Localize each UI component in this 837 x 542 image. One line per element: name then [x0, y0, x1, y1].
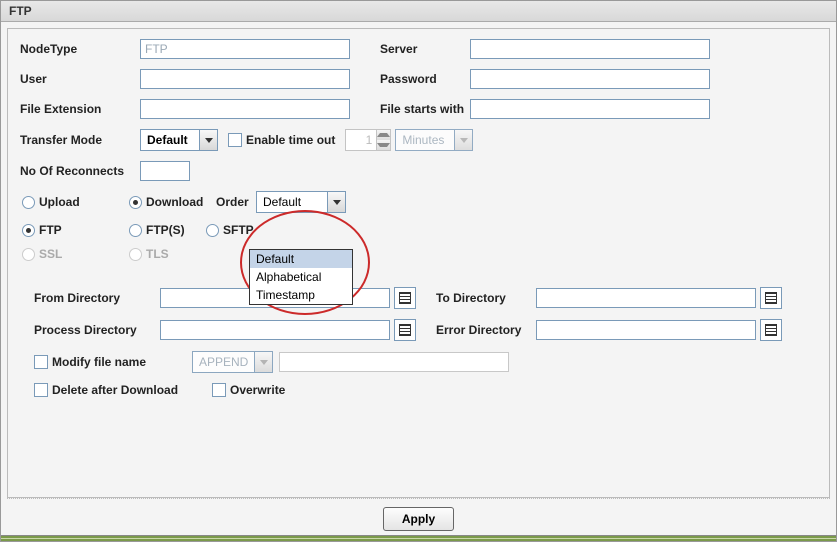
modify-filename-checkbox[interactable] [34, 355, 48, 369]
download-radio[interactable] [129, 196, 142, 209]
label-server: Server [380, 42, 470, 56]
label-no-reconnects: No Of Reconnects [20, 164, 140, 178]
file-extension-field[interactable] [140, 99, 350, 119]
ftps-radio[interactable] [129, 224, 142, 237]
label-file-extension: File Extension [20, 102, 140, 116]
list-icon [399, 292, 411, 304]
server-field[interactable] [470, 39, 710, 59]
apply-bar: Apply [7, 498, 830, 535]
ftp-window: FTP NodeType Server User Password File E… [0, 0, 837, 542]
window-title: FTP [1, 1, 836, 22]
apply-button[interactable]: Apply [383, 507, 454, 531]
label-transfer-mode: Transfer Mode [20, 133, 140, 147]
label-ftps: FTP(S) [146, 223, 206, 237]
transfer-mode-value: Default [141, 130, 199, 150]
timeout-unit-select[interactable]: Minutes [395, 129, 473, 151]
transfer-mode-select[interactable]: Default [140, 129, 218, 151]
label-order: Order [216, 195, 256, 209]
modify-mode-select[interactable]: APPEND [192, 351, 273, 373]
label-file-starts-with: File starts with [380, 102, 470, 116]
process-dir-browse-button[interactable] [394, 319, 416, 341]
overwrite-checkbox[interactable] [212, 383, 226, 397]
label-ftp: FTP [39, 223, 129, 237]
user-field[interactable] [140, 69, 350, 89]
list-icon [765, 324, 777, 336]
tls-radio [129, 248, 142, 261]
label-process-dir: Process Directory [20, 323, 160, 337]
modify-mode-dropdown-button[interactable] [254, 352, 272, 372]
file-starts-with-field[interactable] [470, 99, 710, 119]
order-option-alphabetical[interactable]: Alphabetical [250, 268, 352, 286]
no-reconnects-field[interactable] [140, 161, 190, 181]
footer-line [1, 535, 836, 541]
timeout-spinner-buttons[interactable] [376, 130, 390, 150]
label-overwrite: Overwrite [230, 383, 285, 397]
order-option-default[interactable]: Default [250, 250, 352, 268]
nodetype-field[interactable] [140, 39, 350, 59]
modify-value-field[interactable] [279, 352, 509, 372]
label-error-dir: Error Directory [436, 323, 536, 337]
list-icon [765, 292, 777, 304]
from-dir-browse-button[interactable] [394, 287, 416, 309]
label-user: User [20, 72, 140, 86]
to-dir-field[interactable] [536, 288, 756, 308]
label-delete-after-download: Delete after Download [52, 383, 212, 397]
label-upload: Upload [39, 195, 129, 209]
upload-radio[interactable] [22, 196, 35, 209]
label-password: Password [380, 72, 470, 86]
ftp-radio[interactable] [22, 224, 35, 237]
enable-timeout-checkbox[interactable] [228, 133, 242, 147]
timeout-unit-dropdown-button[interactable] [454, 130, 472, 150]
password-field[interactable] [470, 69, 710, 89]
order-dropdown-list[interactable]: Default Alphabetical Timestamp [249, 249, 353, 305]
order-select[interactable]: Default [256, 191, 346, 213]
process-dir-field[interactable] [160, 320, 390, 340]
label-tls: TLS [146, 247, 169, 261]
transfer-mode-dropdown-button[interactable] [199, 130, 217, 150]
order-dropdown-button[interactable] [327, 192, 345, 212]
error-dir-browse-button[interactable] [760, 319, 782, 341]
sftp-radio[interactable] [206, 224, 219, 237]
timeout-spinner[interactable]: 1 [345, 129, 391, 151]
label-enable-timeout: Enable time out [246, 133, 335, 147]
label-sftp: SFTP [223, 223, 254, 237]
modify-mode-value: APPEND [193, 352, 254, 372]
delete-after-download-checkbox[interactable] [34, 383, 48, 397]
label-to-dir: To Directory [436, 291, 536, 305]
timeout-unit-value: Minutes [396, 130, 454, 150]
order-option-timestamp[interactable]: Timestamp [250, 286, 352, 304]
main-panel: NodeType Server User Password File Exten… [7, 28, 830, 498]
error-dir-field[interactable] [536, 320, 756, 340]
label-nodetype: NodeType [20, 42, 140, 56]
ssl-radio [22, 248, 35, 261]
label-ssl: SSL [39, 247, 129, 261]
label-from-dir: From Directory [20, 291, 160, 305]
order-value: Default [257, 192, 327, 212]
to-dir-browse-button[interactable] [760, 287, 782, 309]
label-download: Download [146, 195, 216, 209]
label-modify-filename: Modify file name [52, 355, 192, 369]
list-icon [399, 324, 411, 336]
timeout-value: 1 [346, 130, 376, 150]
